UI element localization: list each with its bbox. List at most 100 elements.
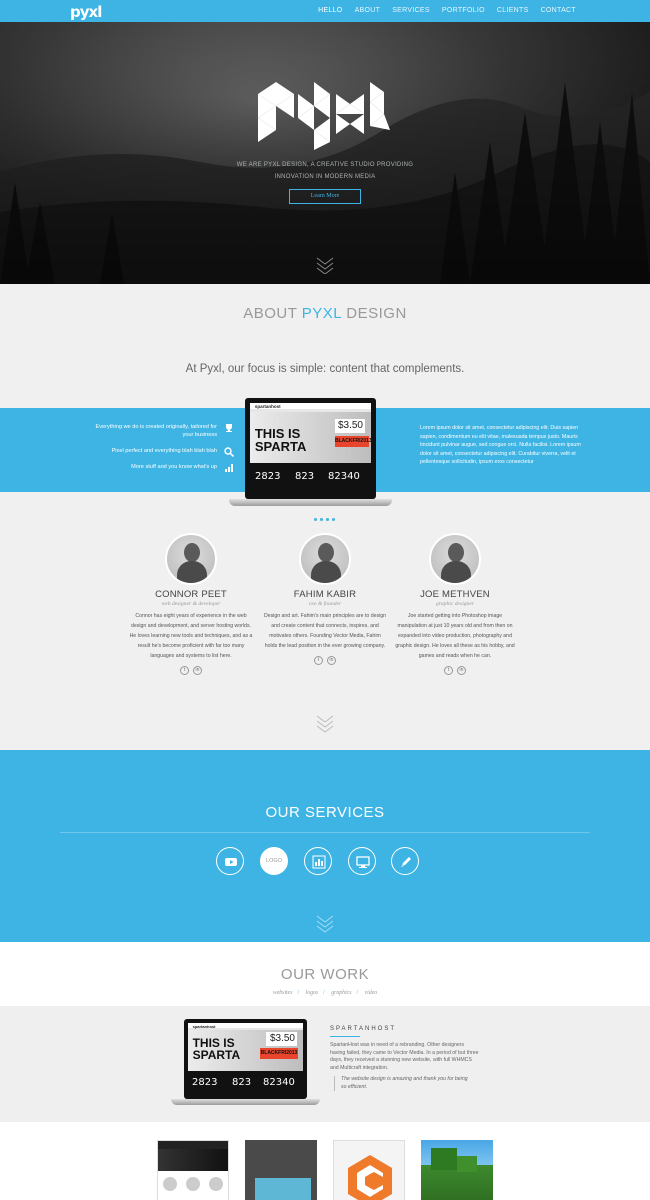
services-section: OUR SERVICES LOGO [0, 750, 650, 942]
filter-video[interactable]: video [365, 990, 378, 996]
nav-item-portfolio[interactable]: PORTFOLIO [442, 7, 485, 14]
project-title: SPARTANHOST [330, 1026, 397, 1032]
scroll-down-chevron-icon[interactable] [315, 912, 335, 934]
portfolio-thumb-graphics[interactable] [421, 1140, 493, 1200]
service-video[interactable] [216, 847, 244, 875]
project-description: SpartanHost was in need of a rebranding.… [330, 1042, 479, 1071]
portfolio-thumb-logo-c[interactable] [333, 1140, 405, 1200]
avatar [429, 533, 481, 585]
mock-headline-2: SPARTA [254, 439, 307, 454]
mock-promo-code: BLACKFRI2013 [260, 1048, 298, 1059]
services-title: OUR SERVICES [265, 804, 385, 821]
hero-section: WE ARE PYXL DESIGN, A CREATIVE STUDIO PR… [0, 22, 650, 284]
mock-price: $3.50 [335, 419, 365, 433]
member-name: JOE METHVEN [420, 589, 490, 600]
member-name: CONNOR PEET [155, 589, 227, 600]
mock-stat-1: 2823 [192, 1077, 218, 1088]
nav-logo[interactable]: pyxl [70, 3, 102, 21]
avatar [165, 533, 217, 585]
chart-icon [312, 855, 326, 869]
linkedin-icon[interactable]: in [457, 666, 466, 676]
member-role: graphic designer [435, 601, 475, 607]
hexagon-c-logo-icon [348, 1155, 392, 1200]
carousel-dot[interactable] [326, 518, 329, 521]
mock-stat-3: 82340 [328, 471, 360, 482]
mock-stat-2: 823 [232, 1077, 252, 1088]
laptop-base [171, 1099, 320, 1105]
forest-background [0, 22, 650, 284]
filter-websites[interactable]: websites [273, 990, 293, 996]
trophy-icon [226, 424, 232, 432]
twitter-icon[interactable]: t [180, 666, 189, 676]
filter-graphics[interactable]: graphics [331, 990, 351, 996]
member-social: t in [390, 666, 520, 676]
laptop-screen-content: spartanhost THIS IS SPARTA $3.50 BLACKFR… [188, 1023, 303, 1095]
carousel-dot[interactable] [332, 518, 335, 521]
member-bio: Joe started getting into Photoshop image… [395, 613, 515, 660]
service-design[interactable] [391, 847, 419, 875]
member-role: web designer & developer [161, 601, 221, 607]
nav-item-contact[interactable]: CONTACT [541, 7, 576, 14]
learn-more-button[interactable]: Learn More [289, 189, 361, 204]
about-subtitle: At Pyxl, our focus is simple: content th… [185, 363, 465, 375]
about-title-post: DESIGN [341, 305, 407, 322]
project-laptop-mockup[interactable]: spartanhost THIS IS SPARTA $3.50 BLACKFR… [184, 1019, 307, 1099]
team-member-joe: JOE METHVEN graphic designer Joe started… [390, 533, 520, 676]
nav-item-about[interactable]: ABOUT [355, 7, 381, 14]
monitor-icon [356, 856, 370, 868]
scroll-down-chevron-icon[interactable] [315, 712, 335, 734]
carousel-dot[interactable] [320, 518, 323, 521]
nav-item-clients[interactable]: CLIENTS [497, 7, 529, 14]
laptop-base [229, 499, 392, 506]
member-bio: Design and art. Fahim's main principles … [263, 613, 387, 650]
feature-item-original: Everything we do is created originally, … [90, 423, 234, 439]
about-title-pre: ABOUT [243, 305, 302, 322]
member-role: ceo & founder [308, 601, 342, 607]
member-name: FAHIM KABIR [293, 589, 357, 600]
pyxl-big-logo [258, 82, 390, 150]
service-logo[interactable]: LOGO [260, 847, 288, 875]
work-title: OUR WORK [280, 966, 370, 983]
hero-tagline-line-2: INNOVATION IN MODERN MEDIA [274, 174, 376, 180]
project-testimonial: The website design is amazing and thank … [334, 1076, 474, 1091]
signal-bars-icon [225, 464, 233, 472]
mock-price: $3.50 [266, 1032, 297, 1046]
featured-project-panel [0, 1006, 650, 1122]
twitter-icon[interactable]: t [314, 656, 323, 666]
project-title-underline [330, 1036, 360, 1037]
feature-item-pixel-perfect: Pixel perfect and everything blah blah b… [90, 447, 234, 457]
portfolio-thumb-logo-aba[interactable] [245, 1140, 317, 1200]
magnifier-icon [224, 447, 234, 457]
feature-text: Everything we do is created originally, … [95, 424, 217, 438]
service-graphics[interactable] [304, 847, 332, 875]
member-social: t in [260, 656, 390, 666]
hero-tagline: WE ARE PYXL DESIGN, A CREATIVE STUDIO PR… [0, 159, 650, 183]
team-member-fahim: FAHIM KABIR ceo & founder Design and art… [260, 533, 390, 666]
linkedin-icon[interactable]: in [327, 656, 336, 666]
feature-item-more-stuff: More stuff and you know what's up [90, 463, 234, 472]
about-title: ABOUT PYXL DESIGN [0, 305, 650, 322]
nav-menu: HELLO ABOUT SERVICES PORTFOLIO CLIENTS C… [306, 7, 576, 14]
avatar [299, 533, 351, 585]
mock-stat-1: 2823 [255, 471, 281, 482]
laptop-mockup: spartanhost THIS IS SPARTA $3.50 BLACKFR… [245, 398, 376, 499]
youtube-icon [225, 858, 237, 866]
portfolio-thumbnails [0, 1140, 650, 1200]
filter-separator: / [297, 990, 300, 996]
scroll-down-chevron-icon[interactable] [315, 254, 335, 274]
twitter-icon[interactable]: t [444, 666, 453, 676]
linkedin-icon[interactable]: in [193, 666, 202, 676]
service-web[interactable] [348, 847, 376, 875]
filter-logos[interactable]: logos [306, 990, 319, 996]
mock-site-logo: spartanhost [192, 1024, 216, 1030]
feature-text: Pixel perfect and everything blah blah b… [111, 448, 217, 454]
portfolio-thumb-website[interactable] [157, 1140, 229, 1200]
carousel-dot[interactable] [314, 518, 317, 521]
nav-item-hello[interactable]: HELLO [318, 7, 342, 14]
feature-text: More stuff and you know what's up [131, 464, 217, 470]
nav-item-services[interactable]: SERVICES [392, 7, 430, 14]
about-lorem-text: Lorem ipsum dolor sit amet, consectetur … [420, 425, 581, 465]
services-divider [60, 832, 590, 833]
filter-separator: / [356, 990, 359, 996]
mock-headline-2: SPARTA [192, 1048, 241, 1062]
